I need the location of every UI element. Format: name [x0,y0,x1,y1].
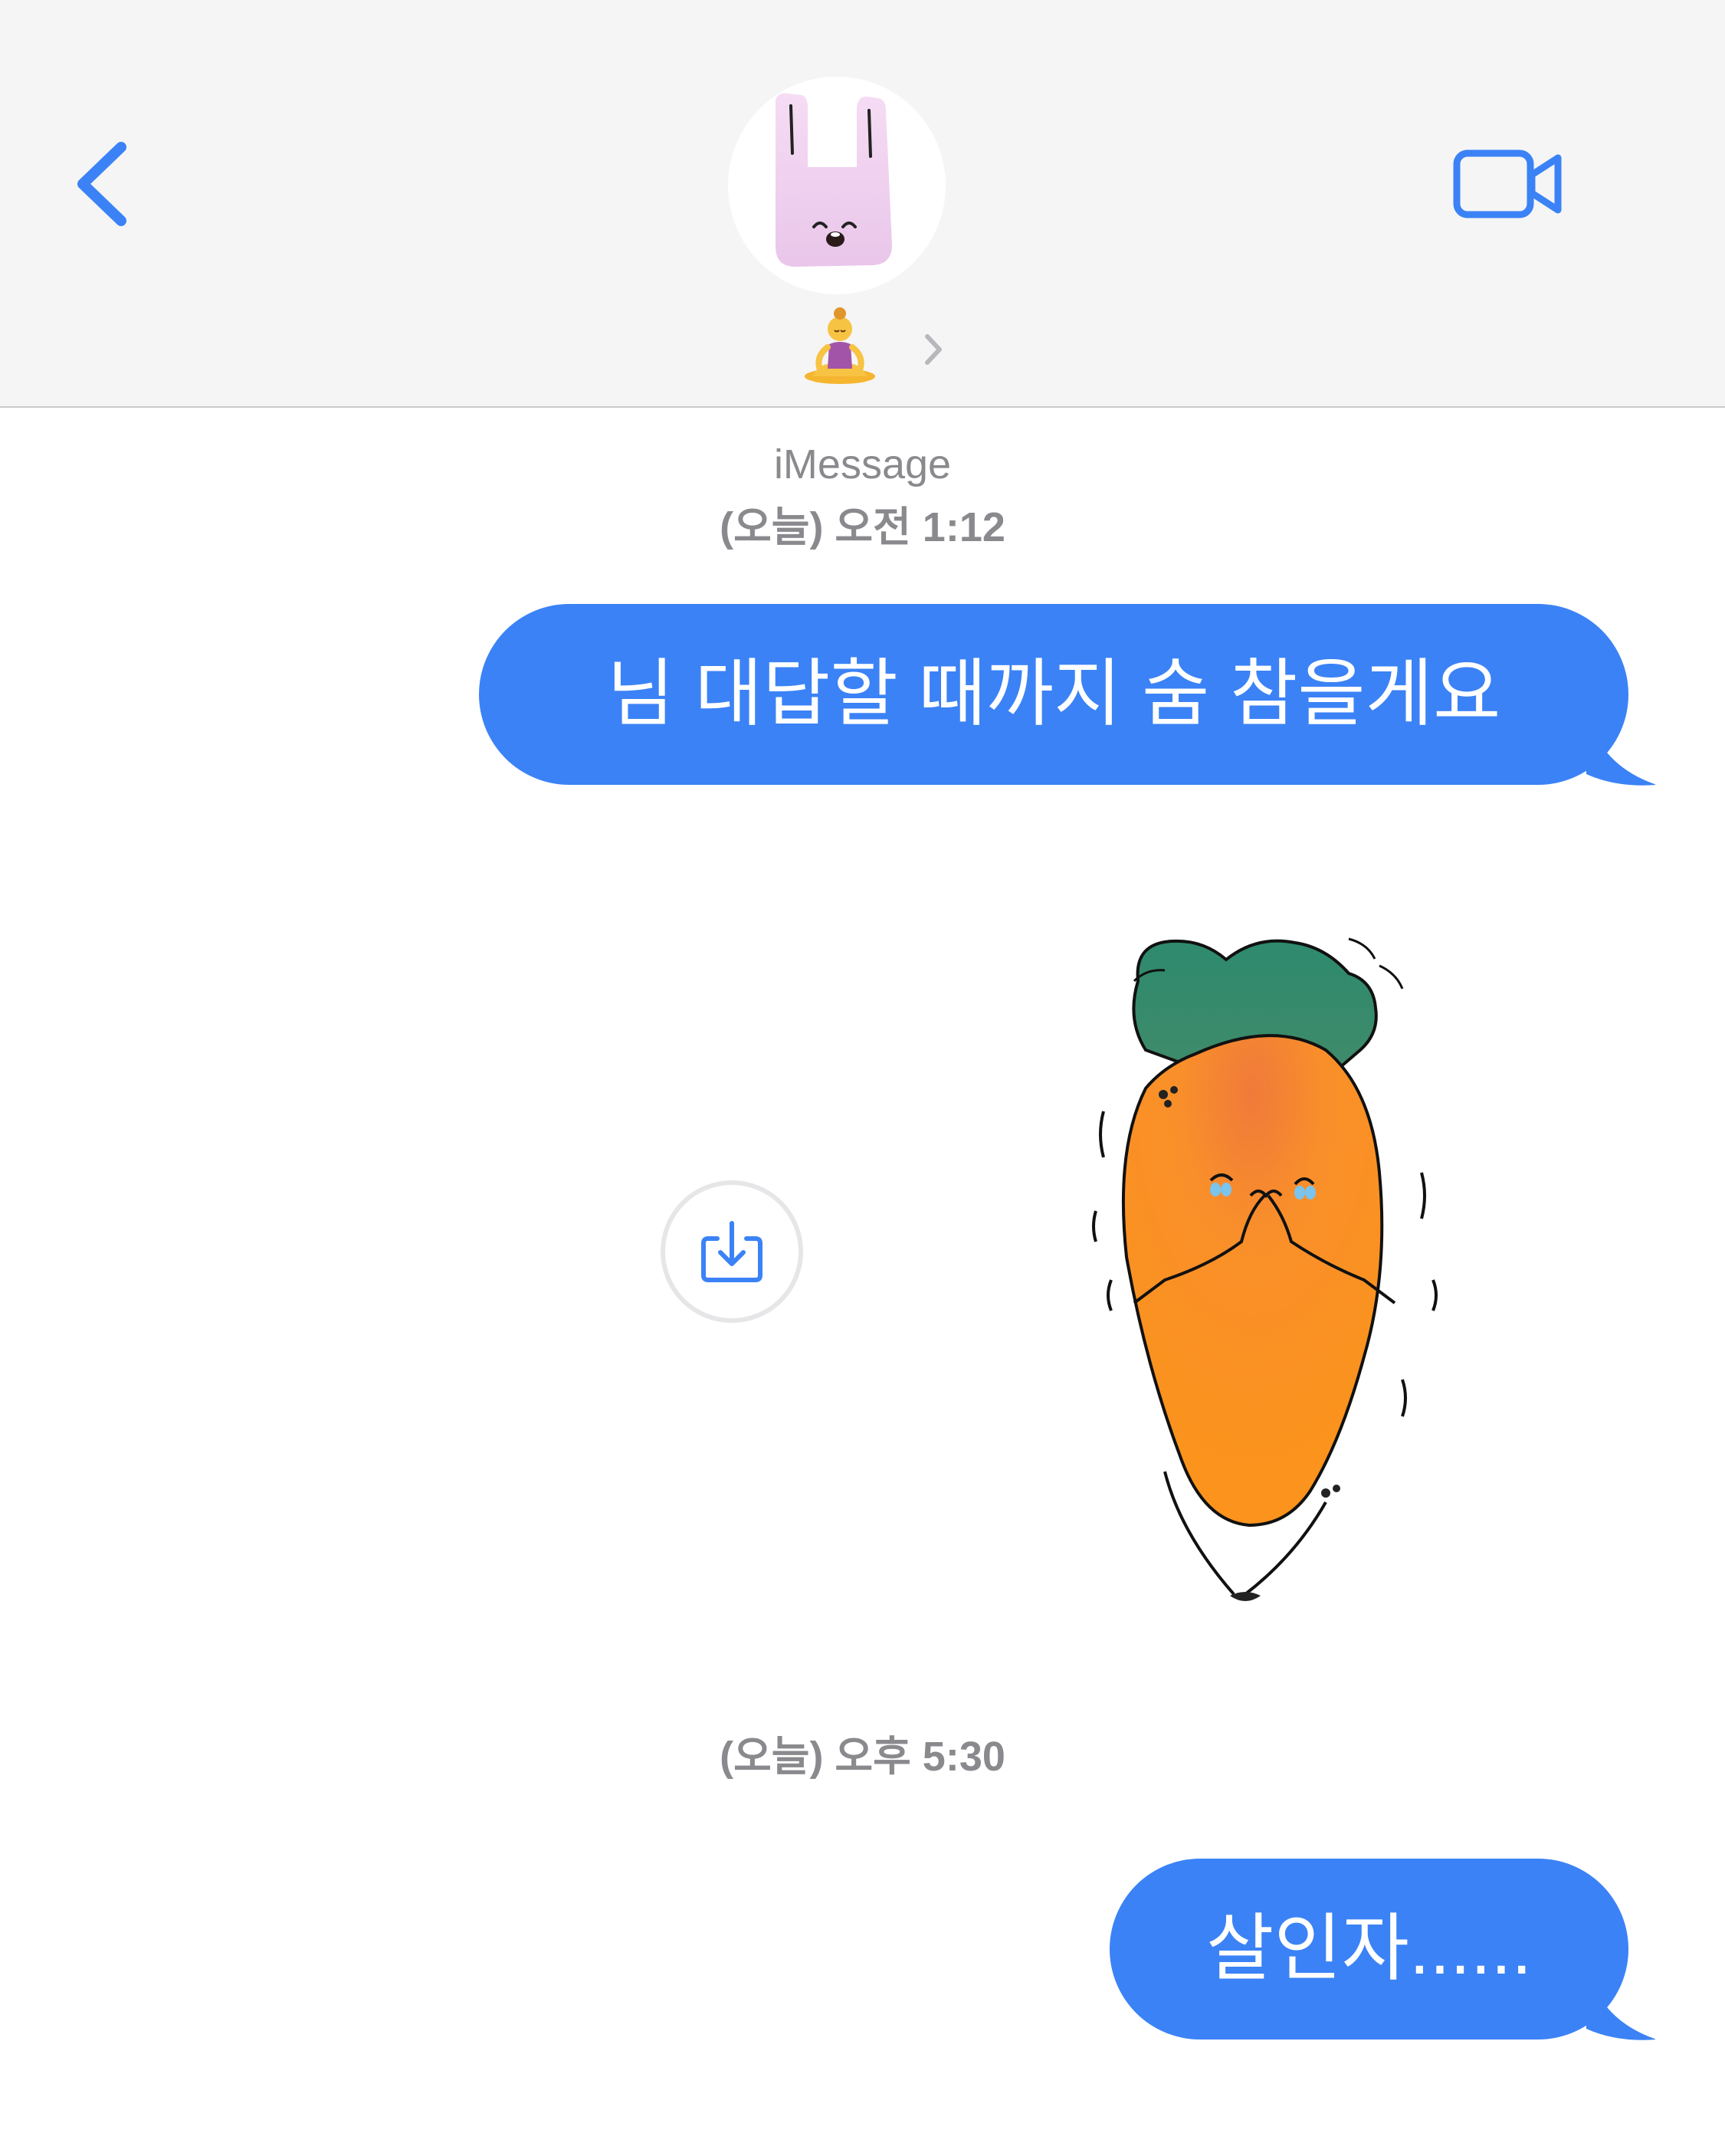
outgoing-message-bubble[interactable]: 살인자...... [1110,1859,1628,2040]
meditating-woman-emoji [805,307,875,384]
carrot-character-image [1092,937,1438,1601]
download-tray-icon [701,1221,762,1282]
outgoing-message-bubble[interactable]: 님 대답할 때까지 숨 참을게요 [479,604,1628,785]
bubble-tail [1586,713,1655,786]
bubble-tail [1586,1967,1655,2040]
video-call-button[interactable] [1452,146,1567,222]
timestamp: (오늘) 오후 5:30 [720,1734,1005,1780]
timestamp: (오늘) 오전 1:12 [720,504,1005,550]
save-sticker-button[interactable] [661,1180,803,1323]
chevron-left-icon [77,142,126,226]
back-button[interactable] [69,138,138,230]
chevron-right-icon [925,334,942,365]
service-label: iMessage [773,441,952,487]
video-camera-icon [1453,149,1562,218]
bunny-bag-avatar-image [776,93,892,267]
contact-name-button[interactable] [797,303,950,387]
contact-avatar[interactable] [728,77,946,294]
conversation-header [0,0,1725,408]
crying-carrot-sticker[interactable] [1073,920,1471,1656]
